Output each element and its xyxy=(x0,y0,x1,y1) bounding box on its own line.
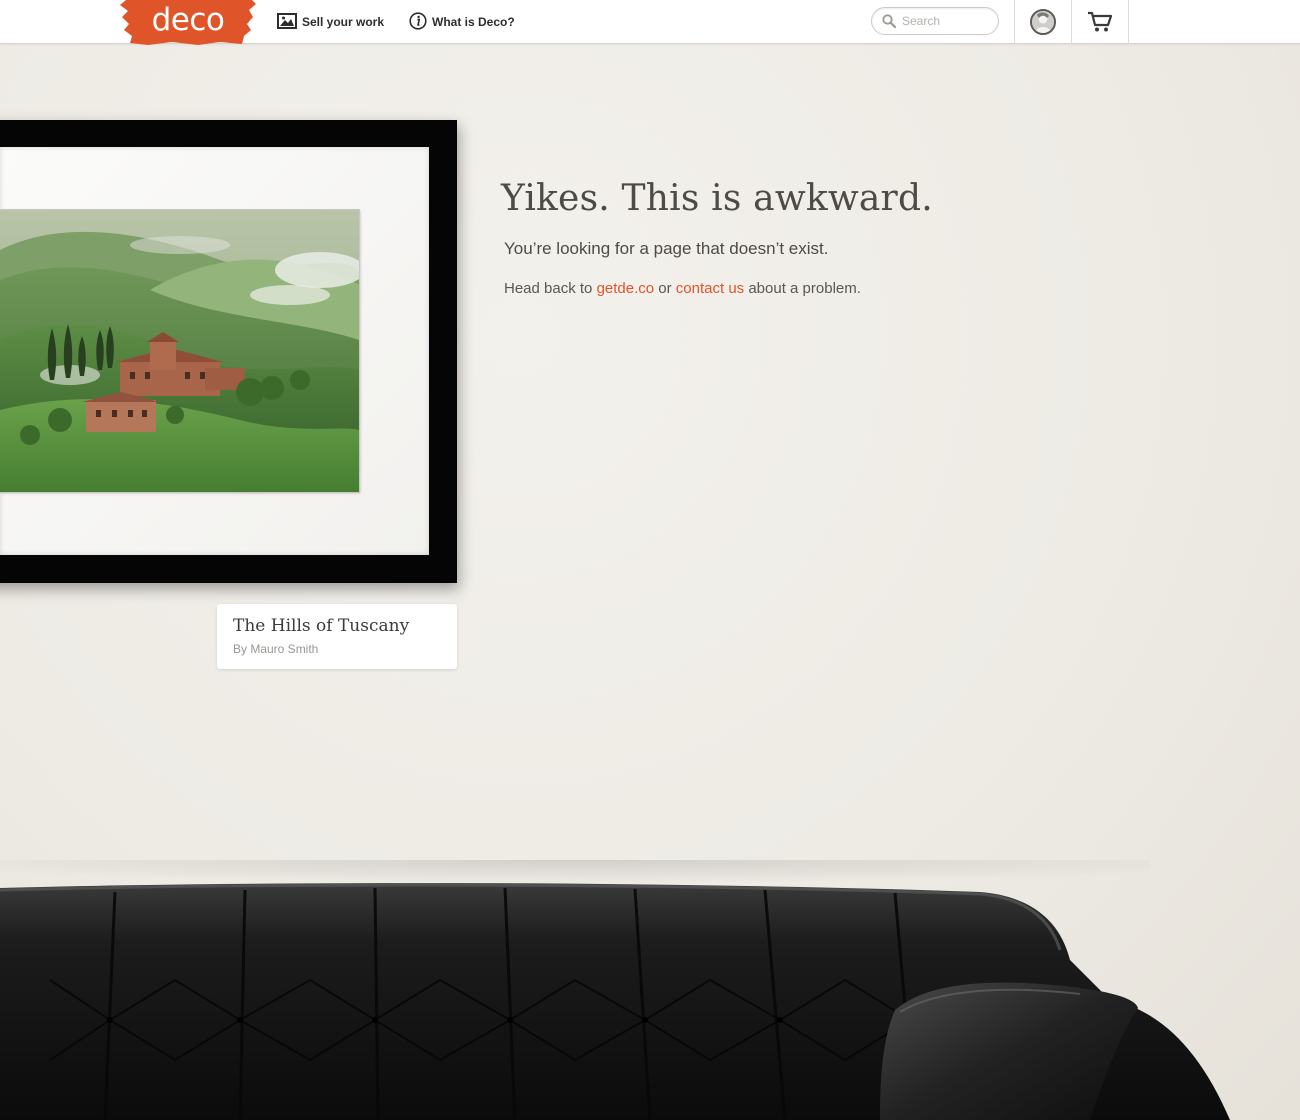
error-subline: You’re looking for a page that doesn’t e… xyxy=(504,239,829,258)
info-icon xyxy=(409,11,427,33)
artwork-title: The Hills of Tuscany xyxy=(233,616,410,636)
header-divider xyxy=(1128,0,1129,44)
sell-your-work-link[interactable]: Sell your work xyxy=(277,12,384,32)
artwork-caption-card[interactable]: The Hills of Tuscany By Mauro Smith xyxy=(217,604,457,669)
image-icon xyxy=(277,12,297,32)
logo-text: deco xyxy=(151,2,225,38)
search-input[interactable] xyxy=(902,12,992,30)
home-link[interactable]: getde.co xyxy=(597,280,655,297)
user-avatar[interactable] xyxy=(1030,9,1056,35)
search-icon xyxy=(882,14,897,33)
contact-us-link[interactable]: contact us xyxy=(676,280,744,297)
leather-sofa-image xyxy=(0,860,1300,1120)
error-headline: Yikes. This is awkward. xyxy=(501,178,933,219)
header-divider xyxy=(1014,0,1015,44)
deco-logo[interactable]: deco xyxy=(120,0,256,45)
header-divider xyxy=(1071,0,1072,44)
help-prefix: Head back to xyxy=(504,280,593,297)
what-is-deco-link[interactable]: What is Deco? xyxy=(409,11,515,33)
help-suffix: about a problem. xyxy=(748,280,861,297)
help-text: Head back to getde.co or contact us abou… xyxy=(504,280,861,297)
artwork-image[interactable] xyxy=(0,210,359,492)
what-is-deco-label: What is Deco? xyxy=(432,15,515,29)
search-box[interactable] xyxy=(871,7,999,35)
sell-your-work-label: Sell your work xyxy=(302,15,385,29)
artwork-artist: By Mauro Smith xyxy=(233,642,319,656)
cart-icon[interactable] xyxy=(1087,11,1113,38)
help-middle: or xyxy=(658,280,672,297)
